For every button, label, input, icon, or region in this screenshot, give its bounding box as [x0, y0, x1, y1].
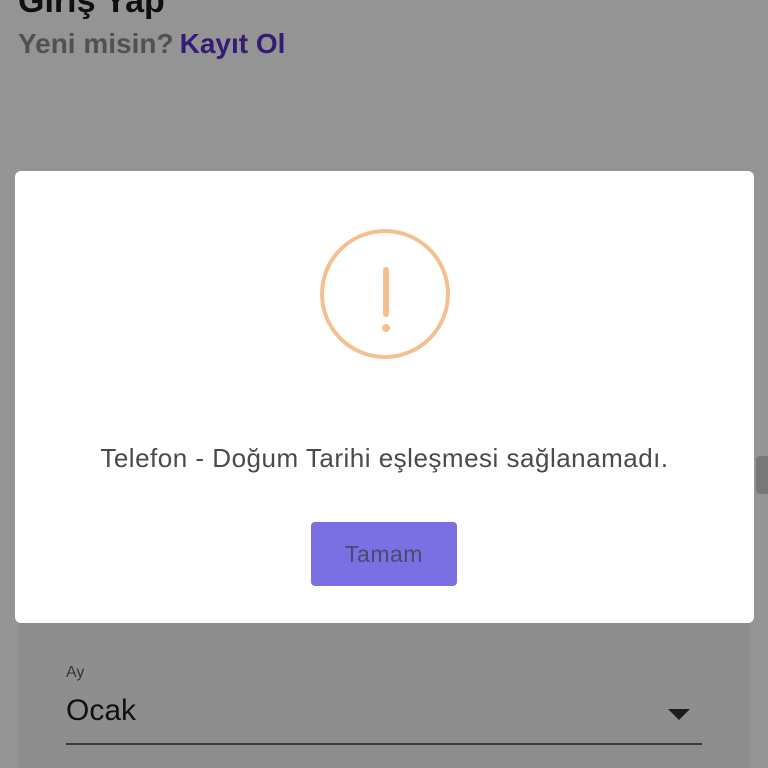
confirm-button[interactable]: Tamam [311, 522, 457, 586]
login-screen: Giriş Yap Yeni misin? Kayıt Ol Ay Ocak Te… [0, 0, 768, 768]
exclamation-dot [382, 324, 390, 332]
exclamation-bar [383, 267, 389, 317]
warning-icon [320, 229, 450, 359]
alert-dialog: Telefon - Doğum Tarihi eşleşmesi sağlana… [15, 171, 754, 623]
dialog-message: Telefon - Doğum Tarihi eşleşmesi sağlana… [100, 443, 669, 473]
